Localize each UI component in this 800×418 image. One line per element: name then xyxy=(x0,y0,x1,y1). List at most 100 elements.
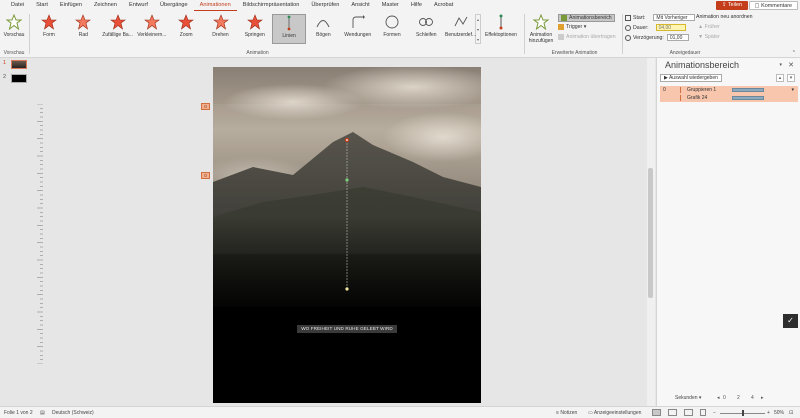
animation-tag-2[interactable]: 0 xyxy=(201,172,210,179)
effect-button-2[interactable]: Zufällige Ba... xyxy=(101,14,135,44)
duration-label: Dauer: xyxy=(633,24,649,31)
start-select[interactable]: Mit Vorheriger xyxy=(653,14,696,21)
menu-tab-1[interactable]: Start xyxy=(30,0,54,11)
move-down-icon[interactable]: ▾ xyxy=(787,74,795,82)
effect-button-5[interactable]: Drehen xyxy=(204,14,238,44)
move-earlier-button[interactable]: ▲ Früher xyxy=(698,24,720,30)
duration-row: Dauer: 04,00 xyxy=(625,24,686,31)
seconds-control[interactable]: Sekunden ▾ xyxy=(675,395,701,401)
line-path-icon xyxy=(287,15,291,31)
effect-button-8[interactable]: Bögen xyxy=(306,14,340,44)
preview-button[interactable]: Vorschau xyxy=(2,14,26,44)
menu-tab-9[interactable]: Ansicht xyxy=(345,0,375,11)
move-later-label: Später xyxy=(704,34,720,40)
duration-input[interactable]: 04,00 xyxy=(655,24,686,31)
menu-tab-8[interactable]: Überprüfen xyxy=(305,0,345,11)
menu-tab-2[interactable]: Einfügen xyxy=(54,0,88,11)
zoom-level[interactable]: 50% xyxy=(774,410,784,416)
share-button[interactable]: ⇪ Teilen xyxy=(715,1,748,10)
effect-button-11[interactable]: Schleifen xyxy=(409,14,443,44)
checkmark-icon[interactable]: ✓ xyxy=(783,314,798,328)
slide[interactable] xyxy=(213,67,481,403)
fit-to-window-icon[interactable]: ⊡ xyxy=(789,410,793,416)
display-settings-button[interactable]: ▭ Anzeigeeinstellungen xyxy=(588,410,641,416)
close-icon[interactable]: ✕ xyxy=(788,61,794,69)
chevron-down-icon[interactable]: ▾ xyxy=(791,86,794,94)
effect-button-9[interactable]: Wendungen xyxy=(341,14,375,44)
custom-path-icon xyxy=(454,16,467,27)
animation-pane-button[interactable]: Animationsbereich xyxy=(558,14,615,22)
timeline-bar[interactable] xyxy=(732,96,764,100)
menu-tab-10[interactable]: Master xyxy=(376,0,405,11)
vertical-scrollbar[interactable] xyxy=(647,58,655,406)
slide-thumbnails: 1 2 xyxy=(0,58,34,406)
spellcheck-icon[interactable]: ▤ xyxy=(40,410,45,416)
animation-painter-button[interactable]: Animation übertragen xyxy=(558,34,616,40)
effect-button-7[interactable]: Linien xyxy=(272,14,307,44)
slide-sorter-icon[interactable] xyxy=(668,409,677,416)
animation-tag-1[interactable]: 0 xyxy=(201,103,210,110)
animation-pane-label: Animationsbereich xyxy=(569,15,612,21)
trigger-button[interactable]: Trigger ▾ xyxy=(558,24,586,30)
reading-view-icon[interactable] xyxy=(684,409,693,416)
effect-button-6[interactable]: Springen xyxy=(238,14,272,44)
effect-label: Form xyxy=(43,32,55,38)
preview-star-icon xyxy=(6,14,22,30)
motion-path-start-icon[interactable] xyxy=(345,178,349,182)
preview-group-label: Vorschau xyxy=(3,50,25,56)
star-icon xyxy=(109,14,126,30)
menu-tab-4[interactable]: Entwurf xyxy=(123,0,154,11)
menu-tab-0[interactable]: Datei xyxy=(5,0,30,11)
menu-tab-6[interactable]: Animationen xyxy=(193,0,237,11)
arc-path-icon xyxy=(316,20,330,28)
zoom-in-icon[interactable]: + xyxy=(767,410,770,416)
slide-thumbnail-2[interactable] xyxy=(11,74,27,83)
collapse-ribbon-icon[interactable]: ⌃ xyxy=(792,50,796,56)
effect-label: Formen xyxy=(383,32,401,38)
slide-number-2: 2 xyxy=(3,74,7,80)
effect-button-3[interactable]: Verkleinern... xyxy=(135,14,169,44)
notes-button[interactable]: ≡ Notizen xyxy=(556,410,577,416)
advanced-group-label: Erweiterte Animation xyxy=(551,50,598,56)
normal-view-icon[interactable] xyxy=(652,409,661,416)
effect-button-1[interactable]: Rad xyxy=(66,14,100,44)
menu-tab-11[interactable]: Hilfe xyxy=(405,0,428,11)
menu-tab-12[interactable]: Acrobat xyxy=(428,0,459,11)
zoom-out-icon[interactable]: − xyxy=(713,410,716,416)
scrollbar-thumb[interactable] xyxy=(648,168,653,298)
slide-thumbnail-1[interactable] xyxy=(11,60,27,69)
slideshow-icon[interactable] xyxy=(700,409,706,416)
timeline-scroll-right-icon[interactable]: ▸ xyxy=(761,395,764,401)
comments-label: Kommentare xyxy=(761,3,792,9)
effect-button-4[interactable]: Zoom xyxy=(169,14,203,44)
effect-button-10[interactable]: Formen xyxy=(375,14,409,44)
effect-button-0[interactable]: Form xyxy=(32,14,66,44)
motion-path-point-icon[interactable] xyxy=(345,287,349,291)
move-later-button[interactable]: ▼ Später xyxy=(698,34,720,40)
menu-tab-5[interactable]: Übergänge xyxy=(154,0,194,11)
loop-path-icon xyxy=(419,18,434,26)
play-selection-button[interactable]: ▶ Auswahl wiedergeben xyxy=(660,74,722,82)
star-icon xyxy=(75,14,92,30)
mountain-photo[interactable] xyxy=(213,67,481,403)
zoom-slider-handle[interactable] xyxy=(742,410,744,416)
effect-options-button[interactable]: Effektoptionen xyxy=(483,14,519,44)
delay-input[interactable]: 01,00 xyxy=(666,34,689,41)
timeline-scroll-left-icon[interactable]: ◂ xyxy=(717,395,720,401)
move-up-icon[interactable]: ▴ xyxy=(776,74,784,82)
pane-options-icon[interactable]: ▾ xyxy=(779,62,782,68)
slide-caption[interactable]: WO FREIHEIT UND RUHE GELEBT WIRD xyxy=(297,325,397,333)
add-animation-button[interactable]: Animation hinzufügen xyxy=(527,14,555,44)
menu-tab-3[interactable]: Zeichnen xyxy=(88,0,123,11)
comments-button[interactable]: ▢ Kommentare xyxy=(748,1,798,10)
animation-item[interactable]: 0 Gruppieren 1 ▾ xyxy=(660,86,798,94)
share-label: Teilen xyxy=(727,2,742,8)
language-indicator[interactable]: Deutsch (Schweiz) xyxy=(52,410,94,416)
menu-tab-7[interactable]: Bildschirmpräsentation xyxy=(237,0,306,11)
animation-item-name: Gruppieren 1 xyxy=(687,87,717,93)
separator xyxy=(622,14,623,54)
timeline-bar[interactable] xyxy=(732,88,764,92)
effect-button-12[interactable]: Benutzerdef... xyxy=(444,14,478,44)
effect-label: Schleifen xyxy=(416,32,437,38)
animation-item[interactable]: Grafik 24 xyxy=(660,94,798,102)
